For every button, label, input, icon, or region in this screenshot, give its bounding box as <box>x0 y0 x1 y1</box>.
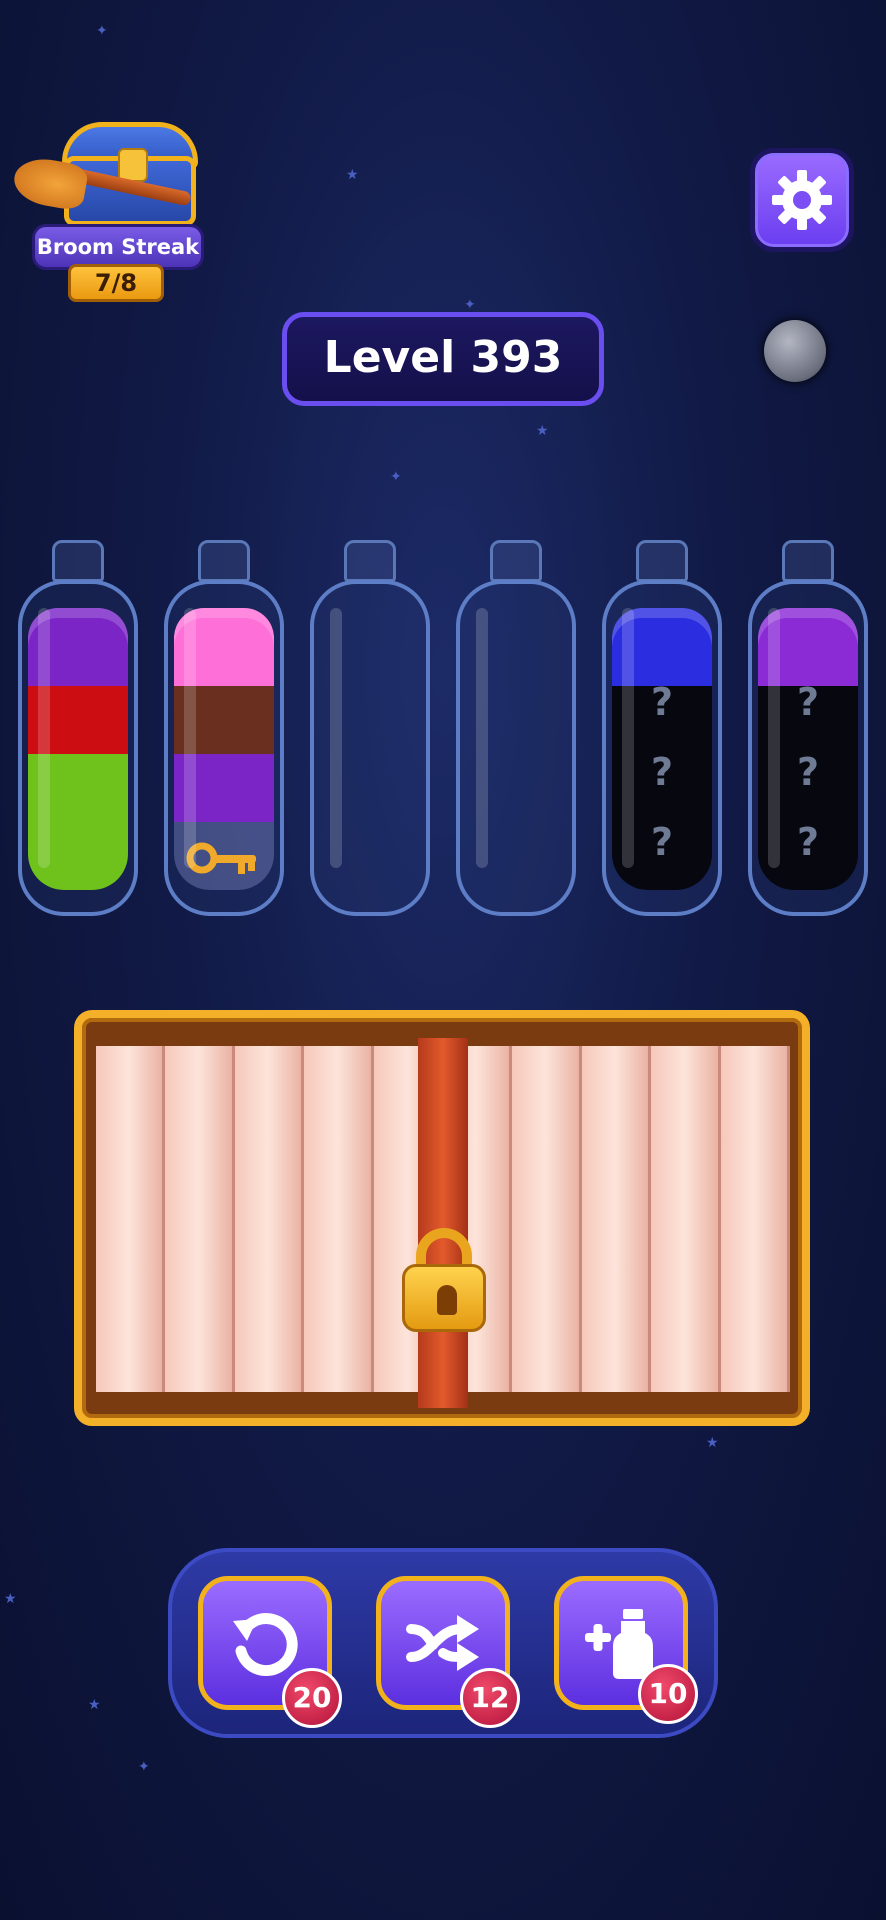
star-decoration: ★ <box>4 1591 17 1607</box>
bottle[interactable] <box>16 540 140 916</box>
star-decoration: ★ <box>536 423 549 439</box>
bottle[interactable] <box>162 540 286 916</box>
bottle[interactable] <box>454 540 578 916</box>
bottle-glass: ??? <box>602 580 722 916</box>
bottle-glass <box>310 580 430 916</box>
plank <box>651 1046 721 1392</box>
star-decoration: ★ <box>88 1697 101 1713</box>
bottle-neck <box>782 540 834 582</box>
star-decoration: ★ <box>706 1435 719 1451</box>
level-title: Level 393 <box>282 312 604 406</box>
padlock-body <box>402 1264 486 1332</box>
settings-button[interactable] <box>750 148 854 252</box>
bottle-glass <box>164 580 284 916</box>
glass-shine <box>330 608 342 868</box>
glass-shine <box>476 608 488 868</box>
undo-icon <box>233 1613 298 1677</box>
assistive-touch-button[interactable] <box>752 298 838 406</box>
plank <box>304 1046 374 1392</box>
glass-shine <box>622 608 634 868</box>
bottle-neck <box>490 540 542 582</box>
touch-knob <box>764 320 826 382</box>
star-decoration: ✦ <box>138 1759 150 1775</box>
bottle-glass <box>456 580 576 916</box>
plank <box>165 1046 235 1392</box>
bottle[interactable]: ??? <box>746 540 870 916</box>
keyhole <box>437 1285 457 1315</box>
padlock-icon <box>402 1228 486 1332</box>
undo-count-badge: 20 <box>282 1668 342 1728</box>
bottle-neck <box>52 540 104 582</box>
bottle-glass: ??? <box>748 580 868 916</box>
bottle-neck <box>636 540 688 582</box>
bottle-neck <box>198 540 250 582</box>
star-decoration: ✦ <box>96 23 108 39</box>
plank <box>234 1046 305 1392</box>
shuffle-count-badge: 12 <box>460 1668 520 1728</box>
bottle-neck <box>344 540 396 582</box>
lock-strap <box>418 1038 468 1408</box>
star-decoration: ✦ <box>464 297 476 313</box>
bottle[interactable]: ??? <box>600 540 724 916</box>
glass-shine <box>768 608 780 868</box>
plank <box>96 1046 166 1392</box>
bottle[interactable] <box>308 540 432 916</box>
chest-lock-icon <box>118 148 148 182</box>
star-decoration: ✦ <box>390 469 402 485</box>
broom-streak-widget[interactable]: Broom Streak 7/8 <box>10 118 212 303</box>
plank <box>581 1046 652 1392</box>
plank <box>512 1046 582 1392</box>
star-decoration: ★ <box>346 167 359 183</box>
gear-icon <box>772 170 832 230</box>
key-icon <box>186 842 256 874</box>
plank <box>720 1046 791 1392</box>
shuffle-icon <box>406 1615 479 1671</box>
add-bottle-count-badge: 10 <box>638 1664 698 1724</box>
locked-crate[interactable] <box>74 1010 810 1426</box>
bottle-glass <box>18 580 138 916</box>
glass-shine <box>38 608 50 868</box>
streak-count: 7/8 <box>68 264 164 302</box>
glass-shine <box>184 608 196 868</box>
